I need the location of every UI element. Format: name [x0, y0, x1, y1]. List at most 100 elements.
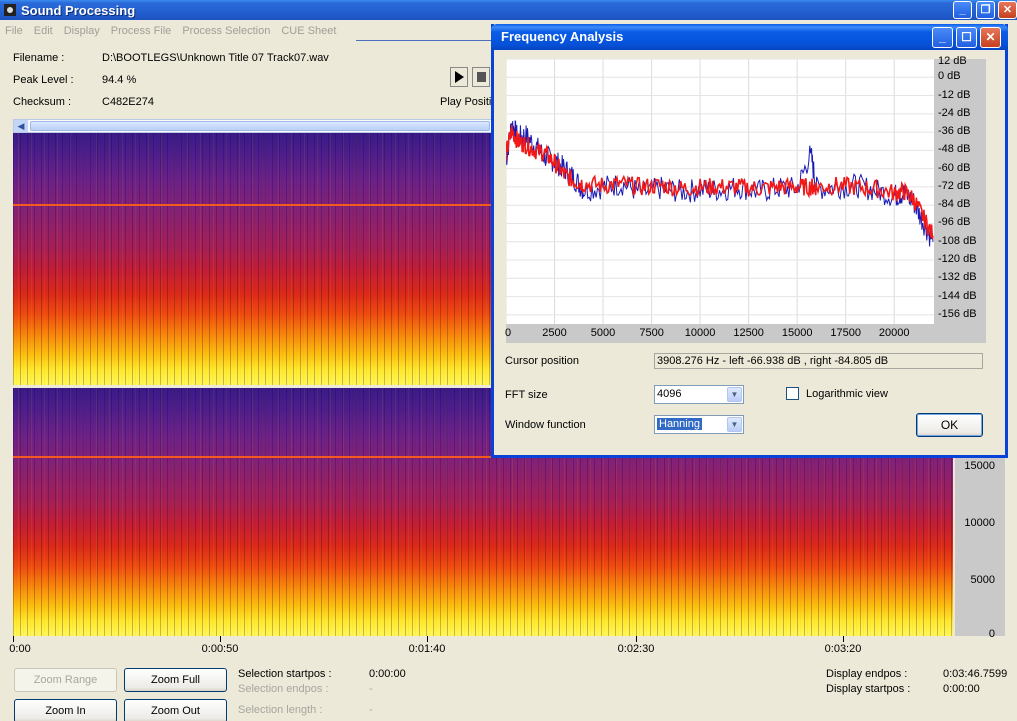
checksum-value: C482E274 [102, 96, 154, 108]
display-endpos-value: 0:03:46.7599 [943, 668, 1008, 680]
play-button[interactable] [450, 67, 468, 87]
filename-label: Filename : [13, 52, 65, 64]
time-tick-label: 0:00 [9, 643, 31, 655]
minimize-icon[interactable]: _ [953, 1, 972, 19]
time-tick-label: 0:03:20 [824, 643, 862, 655]
x-tick-label: 5000 [590, 327, 616, 339]
time-tick [427, 636, 428, 642]
app-icon [4, 4, 16, 16]
time-tick-label: 0:02:30 [617, 643, 655, 655]
scroll-thumb[interactable] [30, 121, 490, 131]
window-function-select[interactable]: Hanning ▼ [654, 415, 744, 434]
ok-button[interactable]: OK [916, 413, 983, 437]
hz-tick-label: 10000 [964, 517, 995, 529]
y-tick-label: -36 dB [938, 125, 971, 138]
selection-end-value: - [369, 683, 373, 695]
selection-start-value: 0:00:00 [369, 668, 406, 680]
time-tick [13, 636, 14, 642]
y-tick-label: -24 dB [938, 106, 971, 119]
y-tick-label: -156 dB [938, 307, 977, 320]
logarithmic-view-checkbox[interactable] [786, 387, 799, 400]
peak-level-value: 94.4 % [102, 74, 137, 86]
x-tick-label: 10000 [684, 327, 716, 339]
menu-process-selection[interactable]: Process Selection [177, 25, 276, 37]
display-endpos-label: Display endpos : [826, 668, 908, 680]
close-icon[interactable]: ✕ [998, 1, 1017, 19]
menu-display[interactable]: Display [59, 25, 106, 37]
window-function-value: Hanning [657, 418, 702, 430]
spectrum-chart[interactable] [506, 59, 934, 324]
dialog-maximize-icon[interactable]: ☐ [956, 27, 977, 48]
menu-file[interactable]: File [0, 25, 29, 37]
window-function-label: Window function [505, 419, 586, 431]
x-tick-label: 2500 [542, 327, 567, 339]
scroll-left-icon[interactable]: ◀ [14, 120, 28, 132]
cursor-position-field: 3908.276 Hz - left -66.938 dB , right -8… [654, 353, 983, 369]
menu-process-file[interactable]: Process File [106, 25, 178, 37]
spectrogram-left-channel[interactable] [13, 133, 491, 385]
frequency-analysis-dialog: Frequency Analysis _ ☐ ✕ 0 2500 5000 7500 10… [491, 24, 1008, 458]
selection-length-label: Selection length : [238, 704, 323, 716]
time-tick-label: 0:00:50 [201, 643, 239, 655]
y-tick-label: -96 dB [938, 216, 971, 229]
fft-size-value: 4096 [657, 388, 682, 400]
play-icon [455, 71, 464, 83]
selection-start-label: Selection startpos : [238, 668, 332, 680]
x-tick-label: 0 [504, 327, 512, 339]
x-tick-label: 20000 [878, 327, 910, 339]
x-tick-label: 12500 [733, 327, 764, 339]
chevron-down-icon[interactable]: ▼ [727, 387, 742, 402]
y-tick-label: 0 dB [938, 70, 961, 83]
dialog-title: Frequency Analysis [501, 29, 624, 44]
main-title-bar: Sound Processing _ ❐ ✕ [0, 0, 1017, 20]
selection-end-label: Selection endpos : [238, 683, 329, 695]
spectrogram-texture [13, 133, 491, 385]
fft-size-label: FFT size [505, 389, 548, 401]
y-tick-label: -12 dB [938, 88, 971, 101]
stop-button[interactable] [472, 67, 490, 87]
y-tick-label: -132 dB [938, 271, 977, 284]
fft-size-select[interactable]: 4096 ▼ [654, 385, 744, 404]
time-tick [636, 636, 637, 642]
time-tick-label: 0:01:40 [408, 643, 446, 655]
zoom-out-button[interactable]: Zoom Out [124, 699, 227, 721]
y-tick-label: -108 dB [938, 234, 977, 247]
zoom-in-button[interactable]: Zoom In [14, 699, 117, 721]
menu-cue-sheet[interactable]: CUE Sheet [276, 25, 342, 37]
zoom-range-button[interactable]: Zoom Range [14, 668, 117, 692]
dialog-close-icon[interactable]: ✕ [980, 27, 1001, 48]
divider [356, 40, 496, 41]
cursor-position-label: Cursor position [505, 355, 579, 367]
time-tick [220, 636, 221, 642]
y-tick-label: -144 dB [938, 289, 977, 302]
window-title: Sound Processing [21, 2, 136, 18]
zoom-full-button[interactable]: Zoom Full [124, 668, 227, 692]
filename-value: D:\BOOTLEGS\Unknown Title 07 Track07.wav [102, 52, 329, 64]
chevron-down-icon[interactable]: ▼ [727, 417, 742, 432]
display-startpos-value: 0:00:00 [943, 683, 980, 695]
peak-level-label: Peak Level : [13, 74, 74, 86]
y-tick-label: -120 dB [938, 253, 977, 266]
logarithmic-view-label: Logarithmic view [806, 388, 888, 400]
spectrum-chart-panel: 0 2500 5000 7500 10000 12500 15000 17500 20000 12… [504, 55, 986, 343]
restore-icon[interactable]: ❐ [976, 1, 995, 19]
display-startpos-label: Display startpos : [826, 683, 911, 695]
horizontal-scrollbar[interactable]: ◀ [13, 119, 493, 133]
menu-edit[interactable]: Edit [29, 25, 59, 37]
x-tick-label: 7500 [639, 327, 664, 339]
stop-icon [477, 72, 486, 82]
time-tick [843, 636, 844, 642]
hz-tick-label: 15000 [964, 460, 995, 472]
dialog-title-bar[interactable]: Frequency Analysis _ ☐ ✕ [491, 24, 1008, 50]
play-position-label: Play Positi [440, 96, 492, 108]
y-tick-label: -84 dB [938, 198, 971, 211]
dialog-minimize-icon[interactable]: _ [932, 27, 953, 48]
selection-length-value: - [369, 704, 373, 716]
y-tick-label: -60 dB [938, 161, 971, 174]
y-tick-label: -72 dB [938, 179, 971, 192]
x-tick-label: 17500 [830, 327, 861, 339]
y-tick-label: 12 dB [938, 55, 967, 67]
checksum-label: Checksum : [13, 96, 72, 108]
x-tick-label: 15000 [781, 327, 813, 339]
hz-tick-label: 5000 [970, 574, 995, 586]
